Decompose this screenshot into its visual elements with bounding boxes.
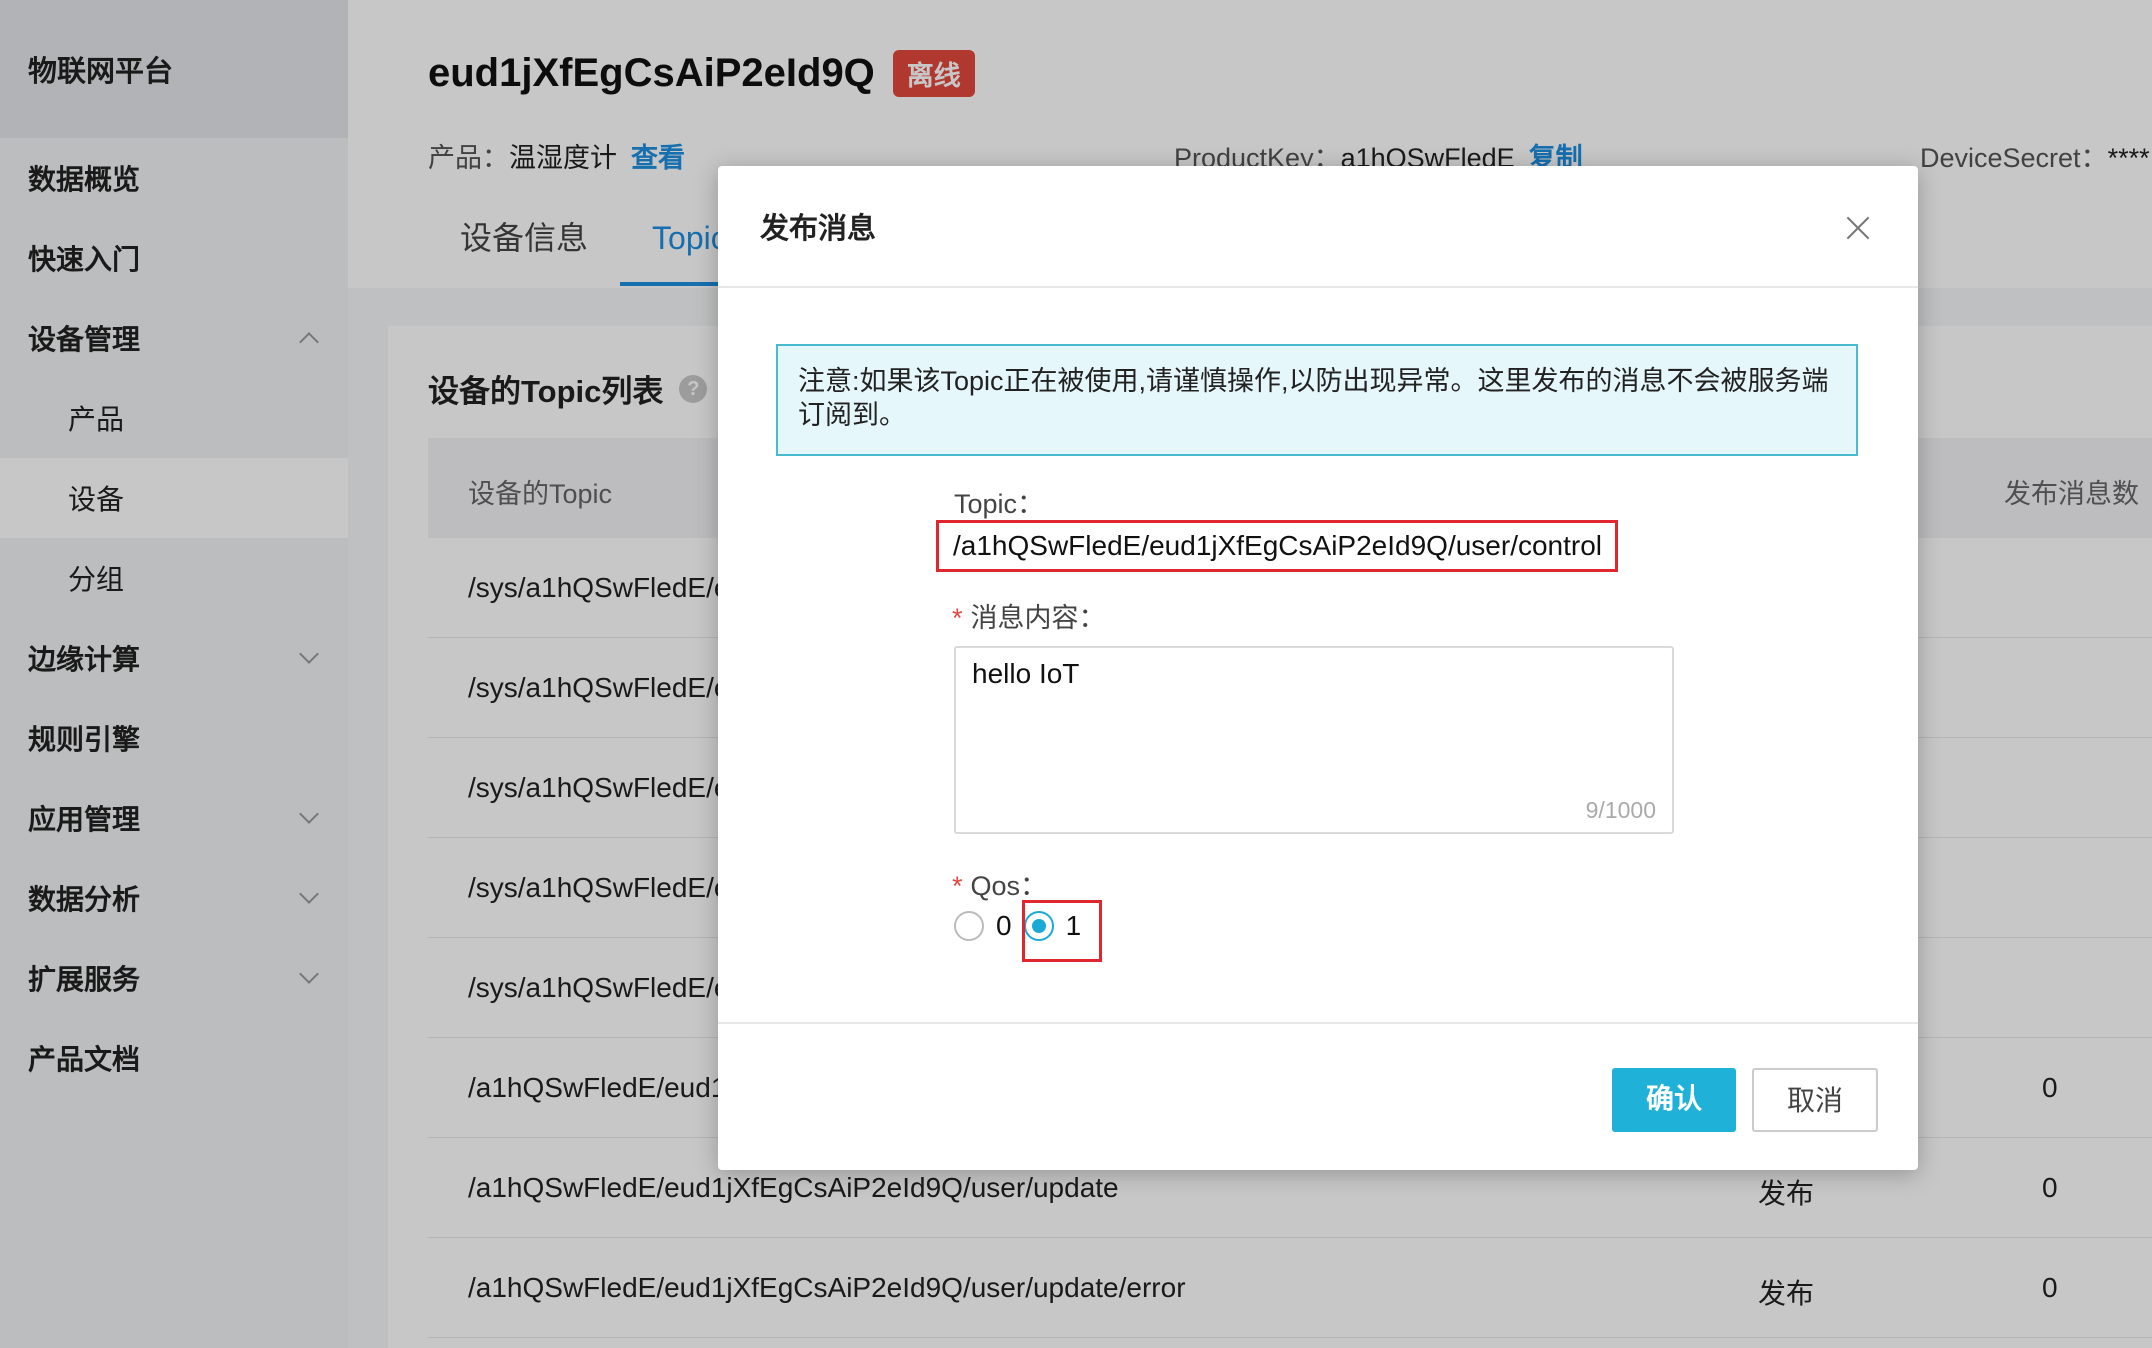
content-label-text: 消息内容： xyxy=(970,603,1106,633)
close-icon[interactable] xyxy=(1846,216,1870,240)
dialog-header: 发布消息 xyxy=(718,166,1918,288)
dialog-footer: 确认 取消 xyxy=(718,1022,1918,1170)
confirm-button[interactable]: 确认 xyxy=(1612,1068,1736,1132)
topic-value: /a1hQSwFledE/eud1jXfEgCsAiP2eId9Q/user/c… xyxy=(936,520,1618,572)
qos-highlight-box xyxy=(1022,900,1102,962)
publish-message-dialog: 发布消息 注意:如果该Topic正在被使用,请谨慎操作,以防出现异常。这里发布的… xyxy=(718,166,1918,1170)
dialog-title: 发布消息 xyxy=(760,213,877,245)
topic-label: Topic： xyxy=(954,489,1045,519)
message-content-value: hello IoT xyxy=(972,658,1080,689)
content-label: * 消息内容： xyxy=(952,596,1106,635)
qos-radio-0[interactable] xyxy=(954,911,984,941)
qos-option-label: 0 xyxy=(996,910,1012,941)
required-mark: * xyxy=(952,603,963,633)
qos-label-text: Qos： xyxy=(970,871,1048,901)
required-mark: * xyxy=(952,871,963,901)
warning-notice: 注意:如果该Topic正在被使用,请谨慎操作,以防出现异常。这里发布的消息不会被… xyxy=(776,344,1858,456)
cancel-button[interactable]: 取消 xyxy=(1752,1068,1878,1132)
char-count: 9/1000 xyxy=(1585,797,1656,823)
message-content-input[interactable]: hello IoT 9/1000 xyxy=(954,646,1674,834)
qos-label: * Qos： xyxy=(952,864,1047,903)
